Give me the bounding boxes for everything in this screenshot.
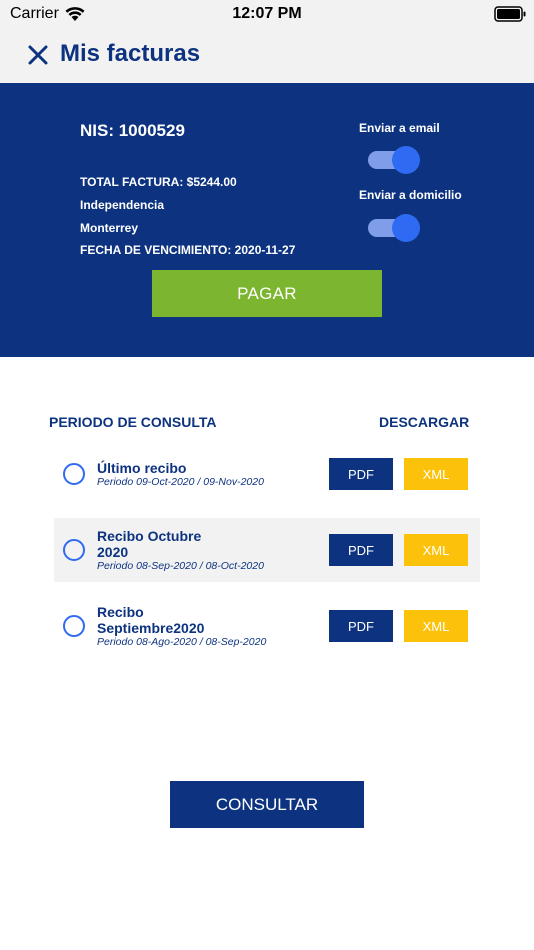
due-date-label: FECHA DE VENCIMIENTO: 2020-11-27 bbox=[80, 243, 296, 257]
xml-download-button[interactable]: XML bbox=[404, 534, 468, 566]
download-header: DESCARGAR bbox=[379, 414, 470, 430]
receipt-title: Recibo Septiembre2020 bbox=[97, 604, 205, 636]
receipt-row: Último recibo Periodo 09-Oct-2020 / 09-N… bbox=[54, 442, 480, 506]
pdf-download-button[interactable]: PDF bbox=[329, 534, 393, 566]
nis-label: NIS: 1000529 bbox=[80, 121, 185, 140]
bill-summary-panel: NIS: 1000529 TOTAL FACTURA: $5244.00 Ind… bbox=[0, 83, 534, 357]
xml-download-button[interactable]: XML bbox=[404, 458, 468, 490]
clock: 12:07 PM bbox=[232, 5, 302, 22]
receipt-period: Periodo 08-Ago-2020 / 08-Sep-2020 bbox=[97, 636, 267, 648]
receipt-row: Recibo Septiembre2020 Periodo 08-Ago-202… bbox=[54, 594, 480, 658]
pdf-download-button[interactable]: PDF bbox=[329, 458, 393, 490]
page-title: Mis facturas bbox=[60, 40, 201, 67]
pdf-download-button[interactable]: PDF bbox=[329, 610, 393, 642]
consult-button[interactable]: CONSULTAR bbox=[170, 781, 364, 828]
total-label: TOTAL FACTURA: $5244.00 bbox=[80, 175, 237, 189]
email-toggle[interactable] bbox=[368, 145, 420, 175]
receipt-title: Recibo Octubre 2020 bbox=[97, 528, 202, 560]
close-icon[interactable] bbox=[26, 43, 50, 67]
nav-bar: Mis facturas bbox=[0, 30, 534, 83]
battery-icon bbox=[494, 6, 526, 22]
receipt-row: Recibo Octubre 2020 Periodo 08-Sep-2020 … bbox=[54, 518, 480, 582]
xml-download-button[interactable]: XML bbox=[404, 610, 468, 642]
email-toggle-knob bbox=[392, 146, 420, 174]
receipt-period: Periodo 08-Sep-2020 / 08-Oct-2020 bbox=[97, 560, 264, 572]
receipt-period: Periodo 09-Oct-2020 / 09-Nov-2020 bbox=[97, 476, 264, 488]
pay-button[interactable]: PAGAR bbox=[152, 270, 382, 317]
receipt-title: Último recibo bbox=[97, 460, 187, 476]
home-toggle-label: Enviar a domicilio bbox=[359, 188, 462, 202]
receipt-radio[interactable] bbox=[63, 463, 85, 485]
home-toggle-knob bbox=[392, 214, 420, 242]
neighborhood-label: Independencia bbox=[80, 198, 165, 212]
period-header: PERIODO DE CONSULTA bbox=[49, 414, 217, 430]
receipt-radio[interactable] bbox=[63, 615, 85, 637]
city-label: Monterrey bbox=[80, 221, 139, 235]
email-toggle-label: Enviar a email bbox=[359, 121, 440, 135]
home-toggle[interactable] bbox=[368, 213, 420, 243]
receipt-radio[interactable] bbox=[63, 539, 85, 561]
status-bar: Carrier 12:07 PM bbox=[0, 0, 534, 30]
